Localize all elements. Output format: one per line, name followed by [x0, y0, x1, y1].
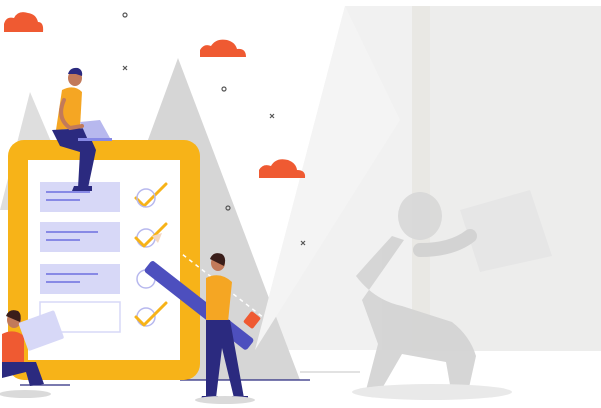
task-row-card: [40, 222, 120, 252]
cloud-icon: [259, 159, 306, 178]
sparkle-dot: [221, 86, 227, 92]
person-shoe: [72, 186, 92, 191]
ghost-figure-head: [398, 192, 442, 240]
cloud-icon: [200, 39, 246, 57]
person-shirt: [2, 331, 24, 366]
sparkle-dot: [122, 12, 128, 18]
ground-shadow: [0, 390, 51, 398]
ghost-figure-shadow: [352, 384, 512, 400]
sparkle-cross: [269, 113, 275, 119]
sparkle-cross: [122, 65, 128, 71]
background-panel-inner: [430, 6, 601, 351]
checklist-illustration: [0, 6, 601, 404]
cloud-icon: [4, 12, 44, 32]
task-row-card: [40, 264, 120, 294]
ground-shadow: [195, 396, 255, 404]
person-shirt: [206, 275, 232, 322]
laptop-base: [78, 138, 112, 141]
